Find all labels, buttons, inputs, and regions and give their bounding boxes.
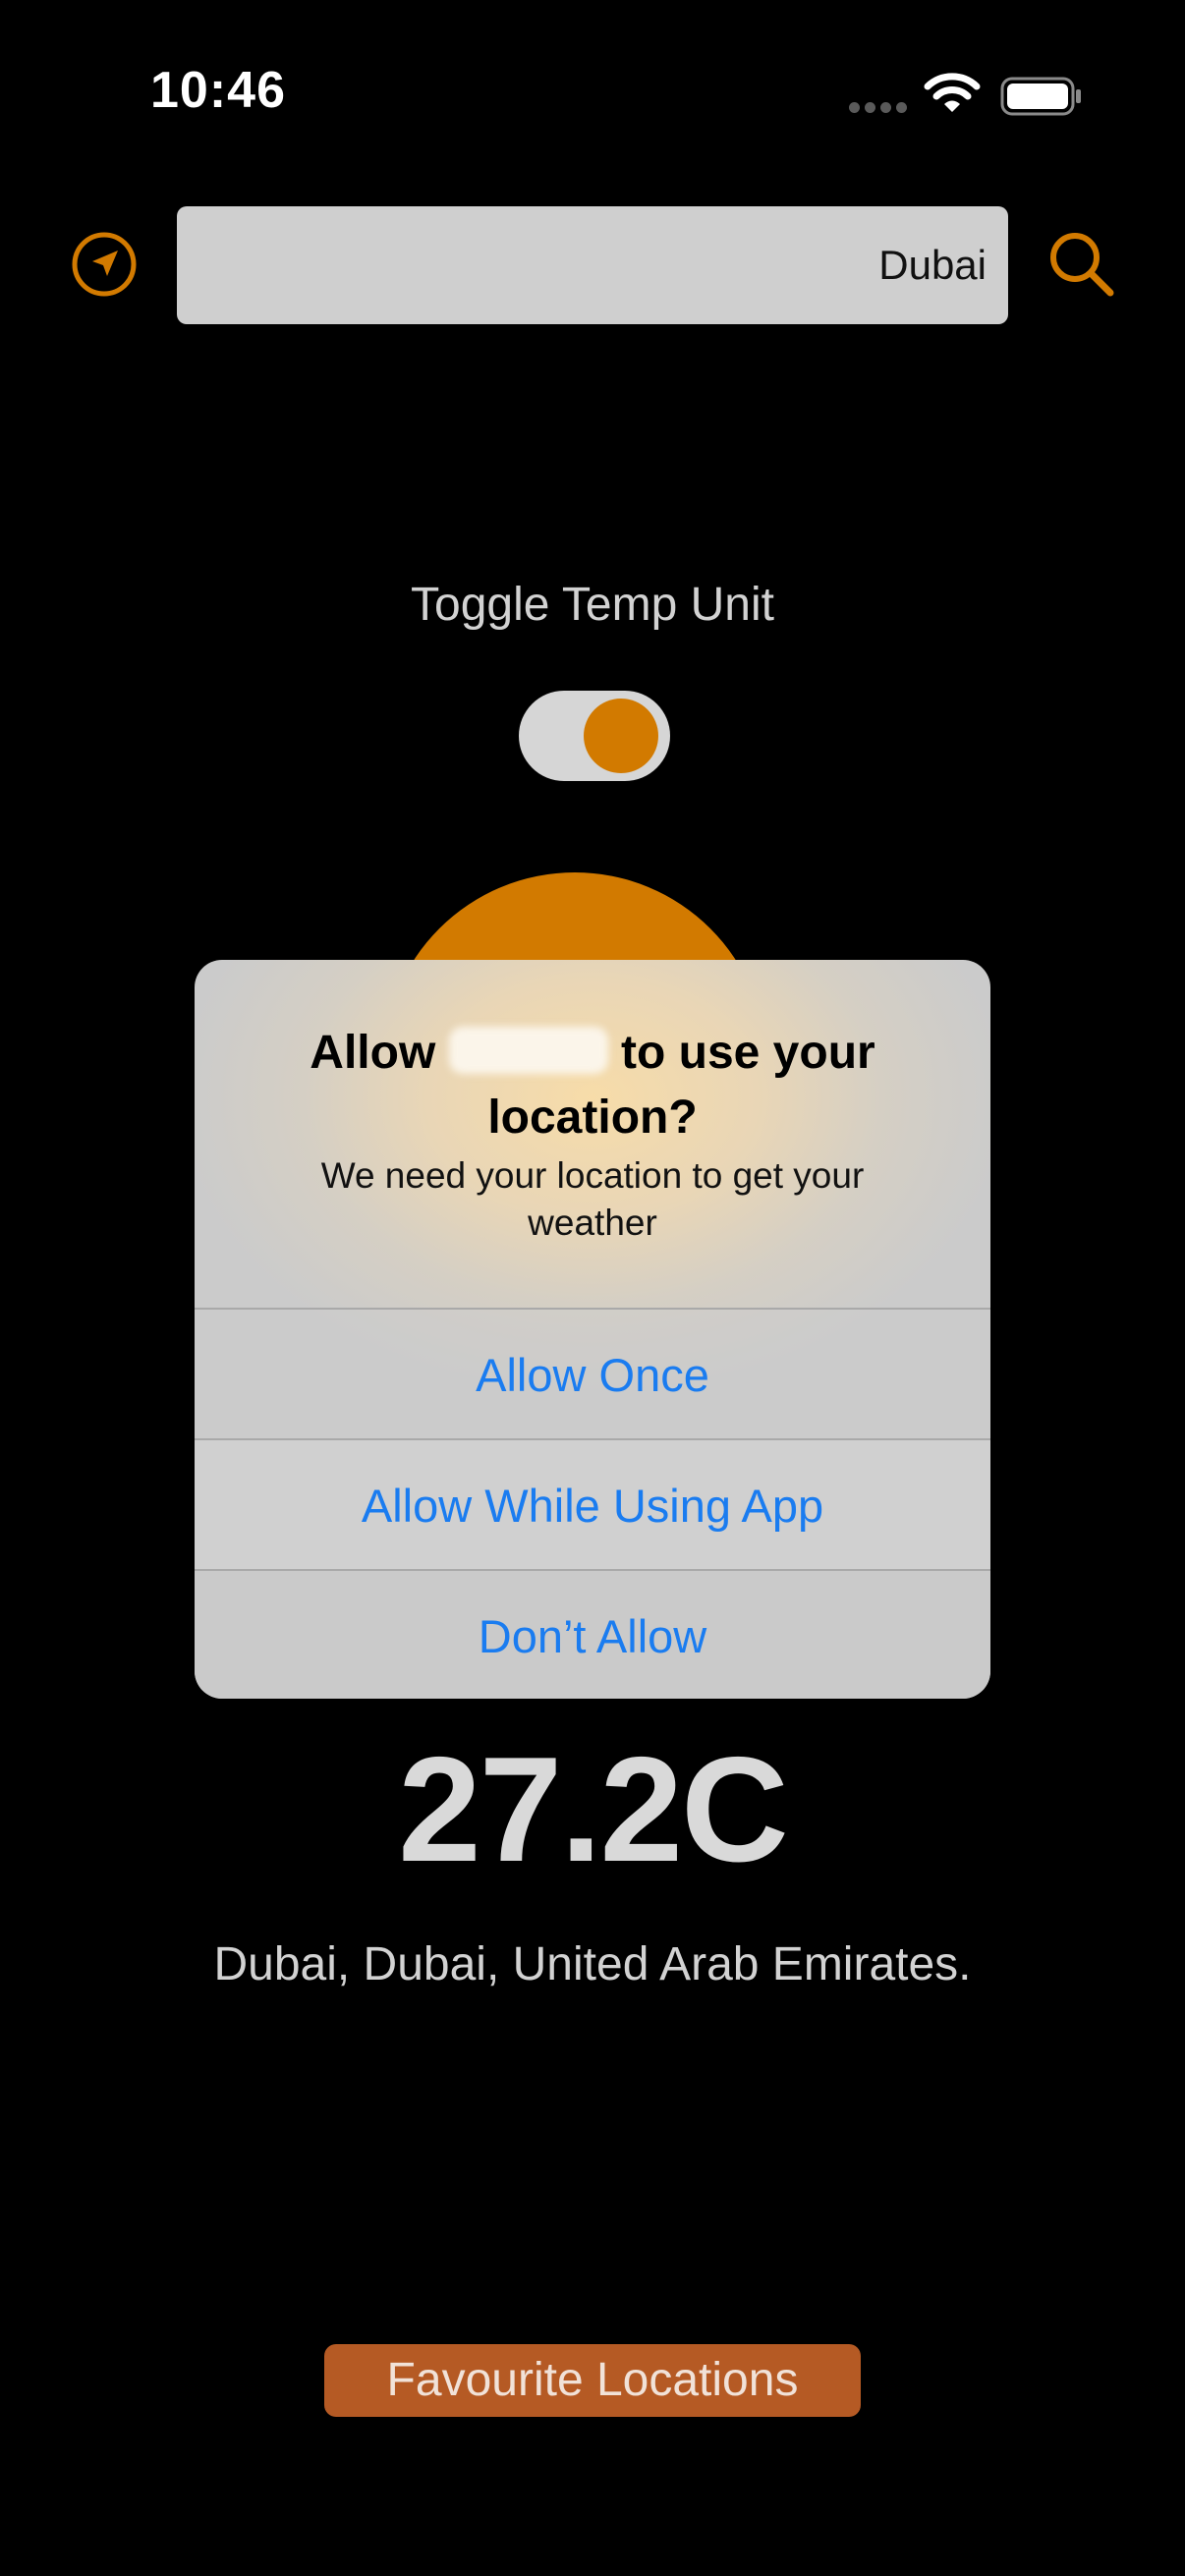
allow-once-button[interactable]: Allow Once bbox=[195, 1308, 990, 1438]
alert-title: Allow to use your location? bbox=[254, 1021, 931, 1150]
redacted-app-name bbox=[448, 1027, 608, 1074]
dont-allow-button[interactable]: Don’t Allow bbox=[195, 1569, 990, 1699]
cellular-signal-icon bbox=[849, 102, 908, 114]
navigation-arrow-icon[interactable] bbox=[71, 231, 138, 298]
temperature-value: 27.2C bbox=[398, 1726, 789, 1893]
location-name: Dubai, Dubai, United Arab Emirates. bbox=[213, 1938, 972, 1990]
search-input-value: Dubai bbox=[878, 242, 987, 288]
location-permission-alert: Allow to use your location? We need your… bbox=[195, 960, 990, 1699]
search-input[interactable]: Dubai bbox=[177, 206, 1008, 324]
status-time: 10:46 bbox=[150, 62, 286, 119]
battery-icon bbox=[1000, 77, 1081, 116]
screen: 10:46 Dubai Toggle Temp Unit 27.2C Dubai… bbox=[0, 0, 1185, 2576]
toggle-knob bbox=[584, 699, 658, 773]
alert-title-prefix: Allow bbox=[310, 1027, 436, 1079]
alert-message: We need your location to get your weathe… bbox=[320, 1155, 865, 1243]
toggle-temp-unit-label: Toggle Temp Unit bbox=[411, 579, 774, 631]
search-icon[interactable] bbox=[1045, 228, 1116, 299]
temp-unit-toggle[interactable] bbox=[519, 691, 670, 781]
allow-while-using-app-button[interactable]: Allow While Using App bbox=[195, 1438, 990, 1569]
favourite-locations-button[interactable]: Favourite Locations bbox=[324, 2344, 861, 2417]
wifi-icon bbox=[924, 73, 981, 112]
